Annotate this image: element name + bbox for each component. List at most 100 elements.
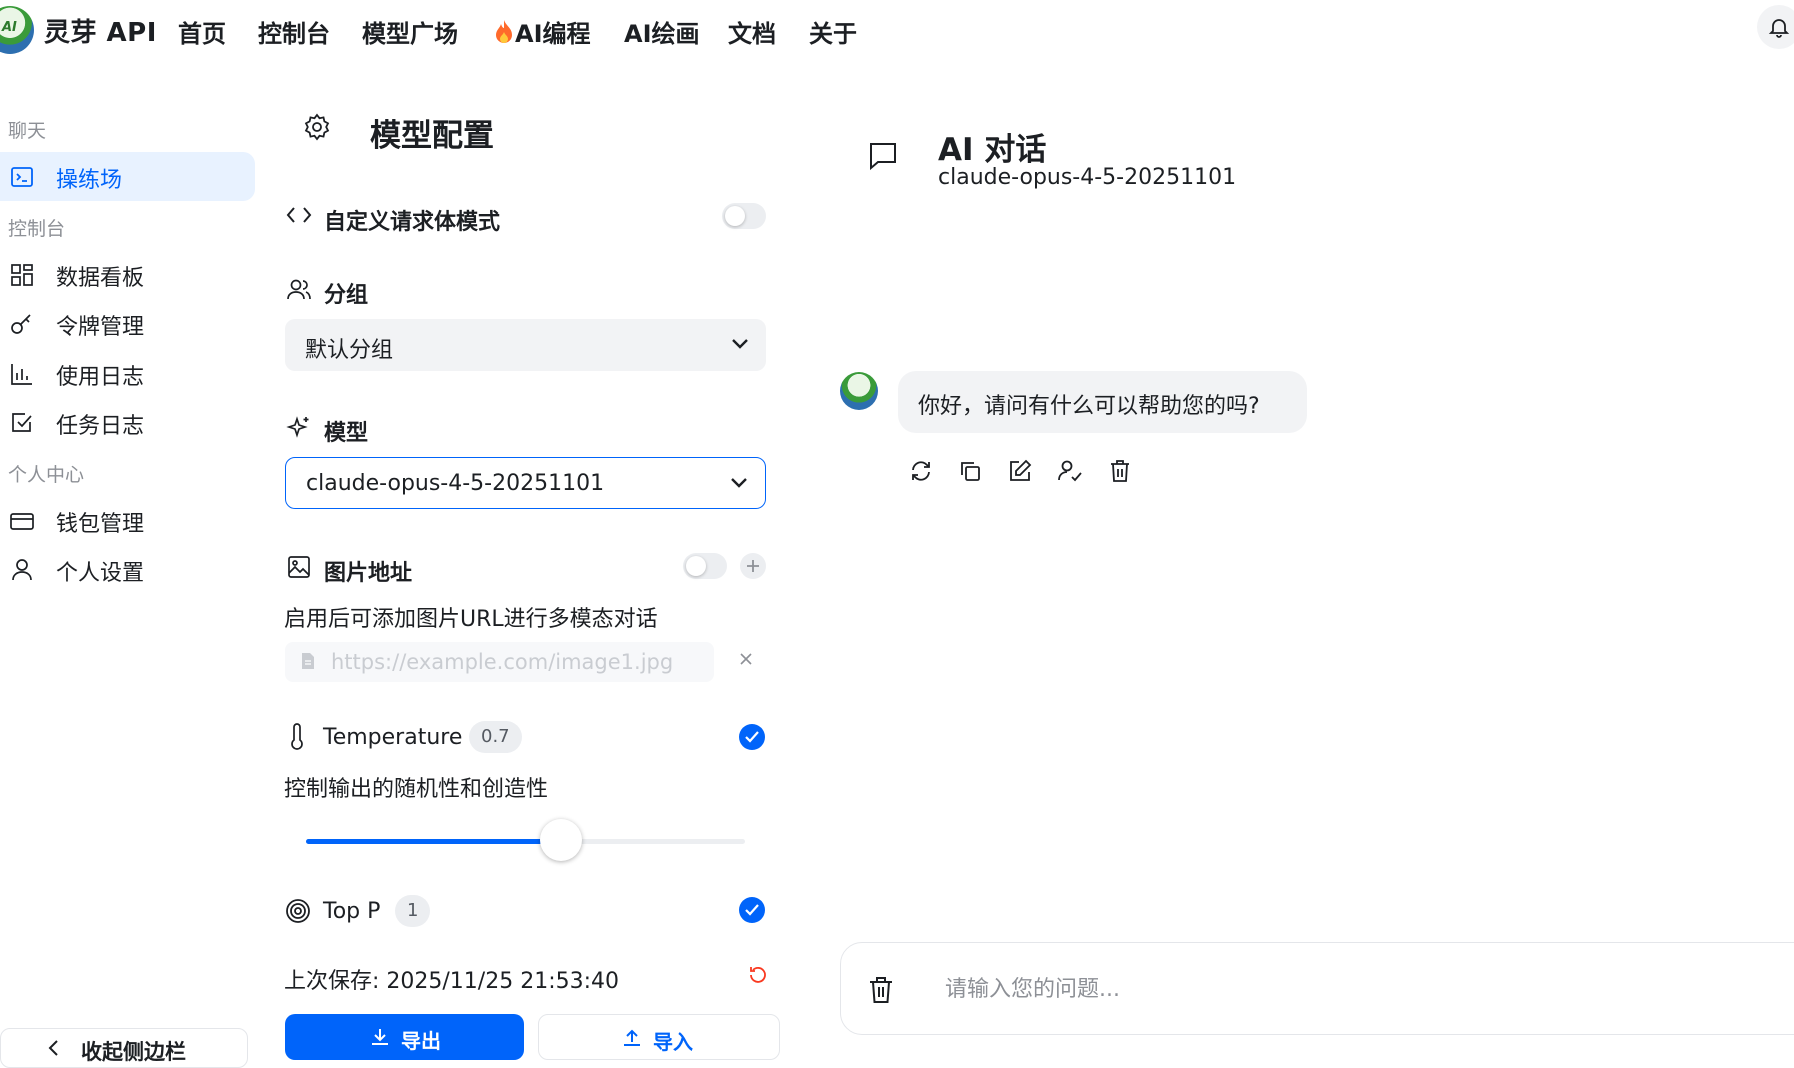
nav-ai-drawing[interactable]: AI绘画: [624, 14, 700, 49]
sidebar-item-label: 数据看板: [56, 266, 145, 291]
download-icon: [369, 1026, 391, 1048]
upload-icon: [621, 1027, 643, 1049]
sidebar-item-settings[interactable]: 个人设置: [0, 545, 255, 594]
group-select-value: 默认分组: [305, 338, 394, 363]
temperature-slider-handle[interactable]: [540, 819, 582, 861]
chat-bubble-icon: [867, 140, 899, 172]
nav-home[interactable]: 首页: [178, 14, 226, 49]
nav-ai-coding[interactable]: AI编程: [493, 14, 591, 49]
brand-name[interactable]: 灵芽 API: [44, 12, 157, 49]
model-select[interactable]: claude-opus-4-5-20251101: [285, 457, 766, 509]
image-url-field: [285, 642, 714, 682]
check-icon: [745, 904, 759, 916]
custom-body-toggle[interactable]: [722, 203, 766, 229]
image-icon: [286, 554, 312, 580]
group-select[interactable]: 默认分组: [285, 319, 766, 371]
sidebar-item-usage-logs[interactable]: 使用日志: [0, 349, 255, 398]
file-icon: [301, 652, 315, 670]
chat-model-name: claude-opus-4-5-20251101: [938, 165, 1237, 190]
model-select-value: claude-opus-4-5-20251101: [306, 471, 605, 496]
temperature-value-badge: 0.7: [469, 721, 522, 753]
sidebar-item-label: 使用日志: [56, 365, 145, 390]
sidebar-item-tokens[interactable]: 令牌管理: [0, 299, 255, 348]
image-url-description: 启用后可添加图片URL进行多模态对话: [284, 607, 658, 632]
terminal-icon: [9, 164, 35, 190]
delete-icon[interactable]: [1107, 458, 1133, 484]
reset-icon[interactable]: [747, 964, 769, 986]
sidebar-item-task-logs[interactable]: 任务日志: [0, 398, 255, 447]
check-icon: [745, 731, 759, 743]
copy-icon[interactable]: [957, 458, 983, 484]
plus-icon: [746, 559, 760, 573]
sidebar-item-dashboard[interactable]: 数据看板: [0, 250, 255, 299]
bar-chart-icon: [9, 361, 35, 387]
assistant-message: 你好，请问有什么可以帮助您的吗?: [898, 371, 1307, 433]
collapse-sidebar-button[interactable]: 收起侧边栏: [0, 1028, 248, 1068]
gear-icon: [302, 112, 332, 142]
chat-input[interactable]: [945, 973, 1745, 1005]
temperature-description: 控制输出的随机性和创造性: [284, 777, 549, 802]
add-image-button[interactable]: [740, 553, 766, 579]
task-check-icon: [9, 410, 35, 436]
user-icon: [9, 557, 35, 583]
top-p-label: Top P: [323, 899, 381, 924]
temperature-slider-fill: [306, 839, 561, 844]
sidebar-item-label: 操练场: [56, 168, 123, 193]
sidebar-section-console: 控制台: [8, 218, 66, 240]
sidebar-section-chat: 聊天: [8, 120, 47, 142]
sidebar-item-playground[interactable]: 操练场: [0, 152, 255, 201]
image-url-input[interactable]: [331, 648, 701, 676]
nav-about[interactable]: 关于: [809, 14, 857, 49]
sidebar-item-label: 个人设置: [56, 561, 145, 586]
chat-title: AI 对话: [938, 132, 1047, 168]
users-icon: [286, 277, 312, 303]
custom-body-label: 自定义请求体模式: [324, 210, 501, 235]
wallet-icon: [9, 508, 35, 534]
sidebar-section-personal: 个人中心: [8, 464, 85, 486]
nav-model-square[interactable]: 模型广场: [362, 14, 458, 49]
target-icon: [284, 897, 312, 925]
key-icon: [9, 311, 35, 337]
sidebar-item-label: 任务日志: [56, 414, 145, 439]
last-saved-text: 上次保存: 2025/11/25 21:53:40: [284, 969, 620, 994]
sidebar-item-wallet[interactable]: 钱包管理: [0, 496, 255, 545]
nav-docs[interactable]: 文档: [728, 14, 776, 49]
temperature-label: Temperature: [323, 725, 463, 750]
group-label: 分组: [324, 283, 369, 308]
collapse-sidebar-label: 收起侧边栏: [81, 1040, 186, 1064]
top-p-value-badge: 1: [395, 895, 431, 927]
chevron-down-icon: [729, 476, 749, 490]
temperature-enable-checkbox[interactable]: [739, 724, 765, 750]
image-url-label: 图片地址: [324, 561, 413, 586]
temperature-slider-track[interactable]: [306, 839, 745, 844]
refresh-icon[interactable]: [908, 458, 934, 484]
edit-icon[interactable]: [1007, 458, 1033, 484]
notification-button[interactable]: [1757, 5, 1794, 49]
close-icon[interactable]: [739, 652, 753, 666]
clear-chat-icon[interactable]: [867, 975, 895, 1005]
dashboard-icon: [9, 262, 35, 288]
logo-text: AI: [2, 20, 17, 35]
model-label: 模型: [324, 421, 369, 446]
thermometer-icon: [286, 723, 308, 751]
sparkle-icon: [286, 415, 312, 441]
import-button[interactable]: 导入: [538, 1014, 780, 1060]
chat-input-box: [840, 942, 1794, 1035]
top-p-enable-checkbox[interactable]: [739, 897, 765, 923]
export-label: 导出: [401, 1029, 441, 1053]
nav-console[interactable]: 控制台: [258, 14, 330, 49]
switch-role-icon[interactable]: [1057, 458, 1083, 484]
brand-logo[interactable]: AI: [0, 6, 34, 54]
export-button[interactable]: 导出: [285, 1014, 524, 1060]
chevron-left-icon: [47, 1039, 61, 1057]
image-url-toggle[interactable]: [683, 553, 727, 579]
sidebar-item-label: 令牌管理: [56, 315, 145, 340]
import-label: 导入: [653, 1030, 693, 1054]
assistant-avatar: [840, 372, 878, 410]
sidebar-item-label: 钱包管理: [56, 512, 145, 537]
code-icon: [286, 204, 312, 226]
fire-icon: [493, 19, 515, 45]
bell-icon: [1767, 15, 1791, 39]
config-title: 模型配置: [370, 118, 494, 154]
chevron-down-icon: [730, 337, 750, 351]
